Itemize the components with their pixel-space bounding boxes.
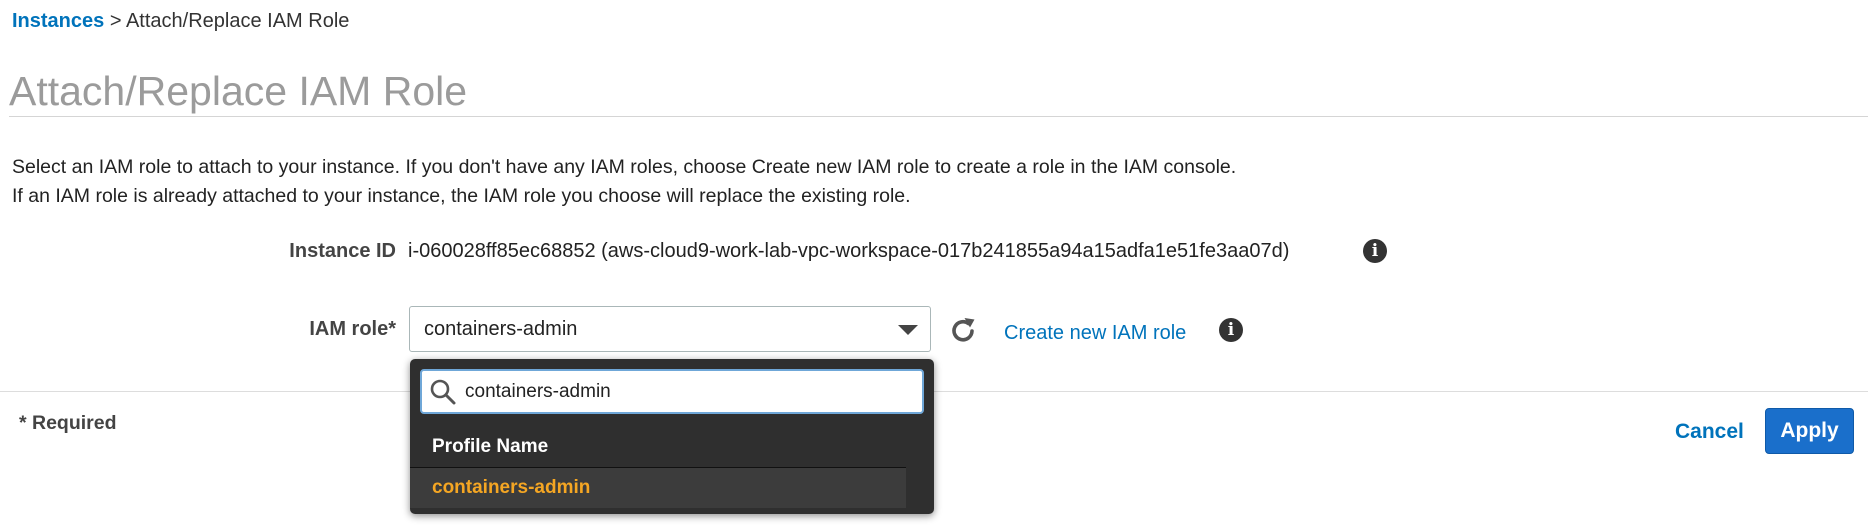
iam-role-select[interactable]: containers-admin bbox=[409, 306, 931, 352]
breadcrumb-separator: > bbox=[104, 10, 126, 32]
breadcrumb: Instances > Attach/Replace IAM Role bbox=[12, 10, 349, 33]
info-icon[interactable]: i bbox=[1219, 318, 1243, 342]
refresh-icon bbox=[952, 318, 975, 342]
description-line-1: Select an IAM role to attach to your ins… bbox=[12, 156, 1237, 178]
profile-name-column-header: Profile Name bbox=[432, 436, 549, 457]
iam-role-label: IAM role* bbox=[309, 318, 396, 340]
title-divider bbox=[9, 116, 1868, 117]
breadcrumb-link-instances[interactable]: Instances bbox=[12, 10, 104, 32]
chevron-down-icon bbox=[898, 325, 918, 335]
refresh-button[interactable] bbox=[946, 314, 980, 348]
dropdown-search-box[interactable] bbox=[420, 369, 924, 414]
instance-id-label: Instance ID bbox=[289, 240, 396, 262]
dropdown-search-input[interactable] bbox=[465, 371, 915, 412]
cancel-button[interactable]: Cancel bbox=[1675, 420, 1744, 444]
iam-role-dropdown: Profile Name containers-admin bbox=[410, 359, 934, 514]
dropdown-option[interactable]: containers-admin bbox=[410, 468, 906, 508]
iam-role-selected-value: containers-admin bbox=[424, 318, 578, 340]
info-icon-glyph: i bbox=[1227, 320, 1235, 340]
info-icon-glyph: i bbox=[1371, 241, 1379, 261]
breadcrumb-current: Attach/Replace IAM Role bbox=[125, 10, 350, 32]
dropdown-option-label: containers-admin bbox=[432, 477, 591, 498]
required-note: * Required bbox=[19, 412, 117, 434]
create-new-iam-role-link[interactable]: Create new IAM role bbox=[1004, 322, 1186, 345]
apply-button[interactable]: Apply bbox=[1765, 408, 1854, 454]
page-title: Attach/Replace IAM Role bbox=[9, 68, 468, 114]
instance-id-value: i-060028ff85ec68852 (aws-cloud9-work-lab… bbox=[408, 240, 1290, 262]
description-line-2: If an IAM role is already attached to yo… bbox=[12, 185, 911, 207]
section-divider bbox=[0, 391, 1868, 392]
info-icon[interactable]: i bbox=[1363, 239, 1387, 263]
search-icon bbox=[430, 379, 456, 405]
